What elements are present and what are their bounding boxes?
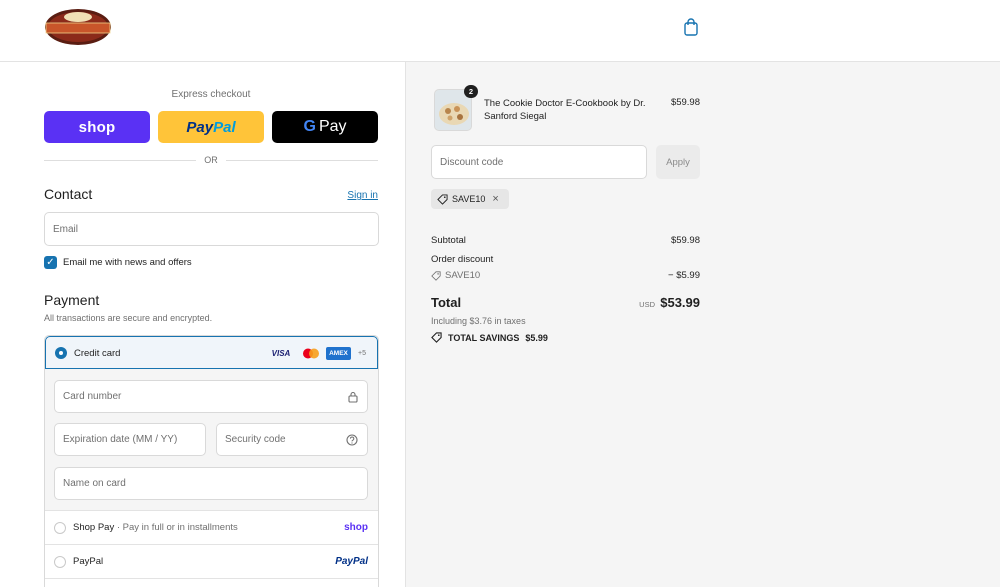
total-value: $53.99 xyxy=(660,295,700,310)
taxes-note: Including $3.76 in taxes xyxy=(431,316,526,326)
google-g-icon: G xyxy=(303,118,316,135)
contact-title: Contact xyxy=(44,186,93,202)
paypal-radio[interactable] xyxy=(54,556,66,568)
applied-code-chip: SAVE10 × xyxy=(431,189,509,209)
google-pay-button[interactable]: G Pay xyxy=(272,111,378,143)
email-placeholder: Email xyxy=(53,223,79,235)
payment-methods: Credit card VISA AMEX +5 Card number Exp… xyxy=(44,335,379,587)
google-pay-label: Pay xyxy=(318,118,347,135)
amex-icon: AMEX xyxy=(326,347,351,360)
discount-placeholder: Discount code xyxy=(440,156,504,168)
security-code-field[interactable]: Security code xyxy=(216,423,368,456)
apply-button[interactable]: Apply xyxy=(656,145,700,179)
tag-icon xyxy=(437,193,448,205)
lock-icon xyxy=(348,391,358,403)
sign-in-link[interactable]: Sign in xyxy=(347,190,378,201)
more-cards-badge: +5 xyxy=(358,350,366,357)
shop-pay-option[interactable]: Shop Pay · Pay in full or in installment… xyxy=(45,511,378,545)
subtotal-value: $59.98 xyxy=(670,235,700,246)
shop-pay-title: Shop Pay xyxy=(73,522,115,533)
expiry-field[interactable]: Expiration date (MM / YY) xyxy=(54,423,206,456)
discount-value: − $5.99 xyxy=(668,270,700,281)
card-number-placeholder: Card number xyxy=(63,391,122,402)
expiry-placeholder: Expiration date (MM / YY) xyxy=(63,434,178,445)
paypal-button[interactable]: Pay Pal xyxy=(158,111,264,143)
paypal-label-a: Pay xyxy=(186,118,214,136)
order-summary: 2 The Cookie Doctor E-Cookbook by Dr. Sa… xyxy=(405,62,1000,587)
total-savings-row: TOTAL SAVINGS $5.99 xyxy=(431,332,548,343)
total-savings-value: $5.99 xyxy=(525,332,548,343)
paypal-label-b: Pal xyxy=(213,118,236,136)
help-icon[interactable] xyxy=(346,434,358,446)
discount-code-label: SAVE10 xyxy=(445,270,481,281)
total-savings-label: TOTAL SAVINGS xyxy=(448,332,520,343)
credit-card-label: Credit card xyxy=(74,348,121,359)
divider-right xyxy=(226,160,378,161)
product-price: $59.98 xyxy=(670,97,700,108)
credit-card-form: Card number Expiration date (MM / YY) Se… xyxy=(45,369,378,511)
subtotal-label: Subtotal xyxy=(431,235,466,246)
currency-code: USD xyxy=(639,300,655,309)
visa-icon: VISA xyxy=(271,349,291,358)
logo[interactable] xyxy=(44,8,112,46)
shop-pay-button[interactable]: shop xyxy=(44,111,150,143)
paypal-option-label: PayPal xyxy=(73,556,104,567)
checkout-form: Express checkout shop Pay Pal G Pay OR Co… xyxy=(0,62,405,587)
express-checkout-label: Express checkout xyxy=(171,89,251,100)
email-field[interactable]: Email xyxy=(44,212,379,246)
shop-pay-logo: shop xyxy=(344,522,368,533)
discount-code-field[interactable]: Discount code xyxy=(431,145,647,179)
applied-code-label: SAVE10 xyxy=(452,194,486,204)
divider-left xyxy=(44,160,196,161)
security-placeholder: Security code xyxy=(225,434,286,445)
or-label: OR xyxy=(204,155,218,165)
header xyxy=(0,0,1000,62)
paypal-logo: PayPal xyxy=(335,556,368,567)
paypal-option[interactable]: PayPal PayPal xyxy=(45,545,378,579)
name-placeholder: Name on card xyxy=(63,478,126,489)
credit-card-radio[interactable] xyxy=(55,347,67,359)
quantity-badge: 2 xyxy=(464,85,478,98)
savings-tag-icon xyxy=(431,332,442,343)
payment-subtitle: All transactions are secure and encrypte… xyxy=(44,313,213,323)
product-name: The Cookie Doctor E-Cookbook by Dr. Sanf… xyxy=(484,98,646,122)
discount-code-row: SAVE10 xyxy=(431,270,480,281)
shop-pay-radio[interactable] xyxy=(54,522,66,534)
mastercard-icon xyxy=(303,348,319,359)
total-label: Total xyxy=(431,295,462,310)
shop-pay-option-label: Shop Pay · Pay in full or in installment… xyxy=(73,522,238,533)
news-checkbox-label: Email me with news and offers xyxy=(63,257,192,268)
order-discount-label: Order discount xyxy=(431,254,494,265)
payment-title: Payment xyxy=(44,292,100,308)
credit-card-option[interactable]: Credit card VISA AMEX +5 xyxy=(45,336,378,369)
tag-icon xyxy=(431,270,441,281)
news-checkbox[interactable]: ✓ xyxy=(44,256,57,269)
shop-pay-subtitle: · Pay in full or in installments xyxy=(116,522,238,533)
card-number-field[interactable]: Card number xyxy=(54,380,368,413)
shopping-bag-icon[interactable] xyxy=(683,18,699,36)
remove-code-icon[interactable]: × xyxy=(492,193,498,205)
name-on-card-field[interactable]: Name on card xyxy=(54,467,368,500)
shop-pay-label: shop xyxy=(78,118,116,136)
